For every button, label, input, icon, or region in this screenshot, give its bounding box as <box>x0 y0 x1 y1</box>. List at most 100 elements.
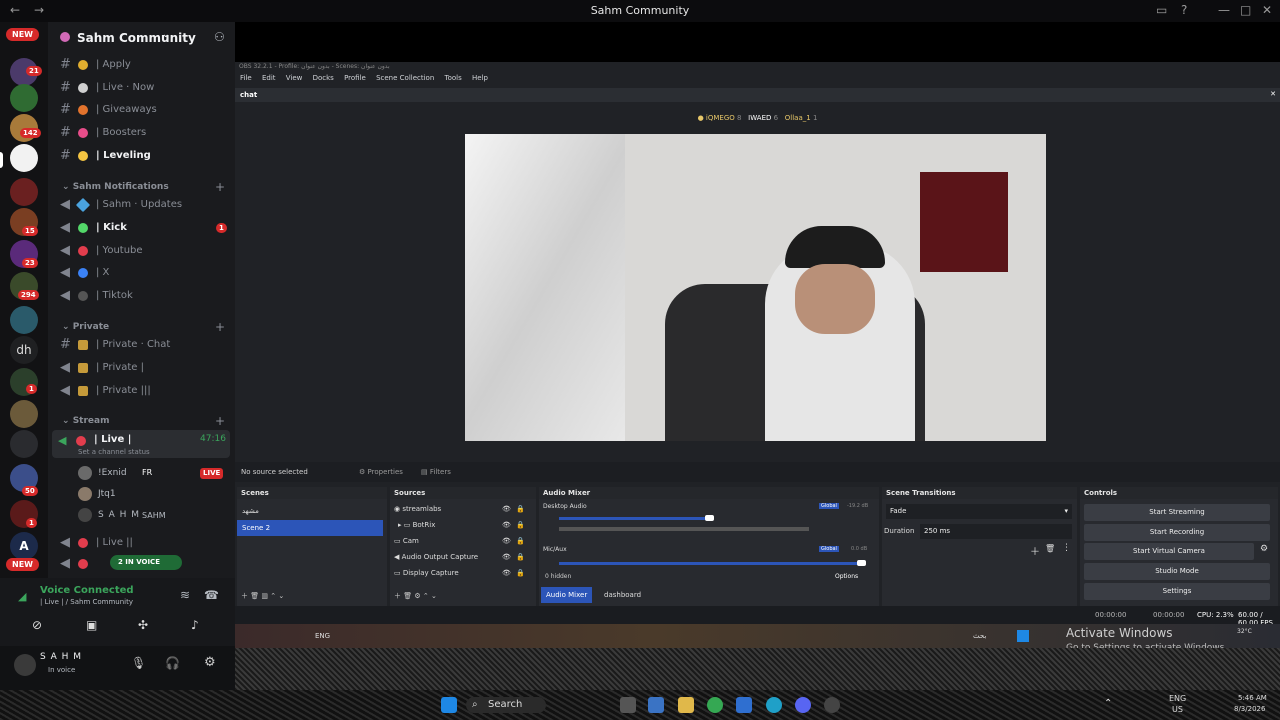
gear-icon[interactable]: ⚙ <box>1260 544 1268 554</box>
discord-icon[interactable] <box>795 697 811 713</box>
lock-icon[interactable]: 🔒 <box>516 501 525 517</box>
in-voice-chip[interactable]: 2 IN VOICE <box>110 555 182 570</box>
server-icon-active[interactable] <box>10 144 38 172</box>
server-icon[interactable] <box>10 178 38 206</box>
voice-channel-live-1[interactable]: ◀ | Live | 47:16 Set a channel status <box>52 430 230 458</box>
menu-tools[interactable]: Tools <box>445 74 462 82</box>
options-button[interactable]: Options <box>835 573 858 580</box>
keyboard-layout[interactable]: US <box>1172 705 1183 714</box>
scene-item-selected[interactable]: Scene 2 <box>237 520 383 536</box>
lock-icon[interactable]: 🔒 <box>516 517 525 533</box>
menu-docks[interactable]: Docks <box>313 74 334 82</box>
maximize-icon[interactable]: □ <box>1240 3 1251 17</box>
chat-user[interactable]: iQMEGO <box>706 114 735 122</box>
trash-icon[interactable]: 🗑 <box>403 592 412 600</box>
down-arrow-icon[interactable]: ⌄ <box>278 592 284 600</box>
server-icon[interactable] <box>10 430 38 458</box>
trash-icon[interactable]: 🗑 <box>250 592 259 600</box>
settings-button[interactable]: Settings <box>1084 583 1270 600</box>
server-icon[interactable]: A <box>10 532 38 560</box>
filters-button[interactable]: ▤ Filters <box>421 468 451 476</box>
eye-icon[interactable]: 👁 <box>502 533 511 549</box>
taskbar-search[interactable]: ⌕ Search <box>466 697 546 713</box>
category-sahm-notifications[interactable]: ⌄ Sahm Notifications <box>62 182 169 192</box>
add-channel-icon[interactable]: + <box>215 414 225 428</box>
add-icon[interactable]: ＋ <box>1030 543 1040 558</box>
channel-leveling[interactable]: # | Leveling <box>54 146 229 166</box>
add-channel-icon[interactable]: + <box>215 320 225 334</box>
member-name[interactable]: !Exnid <box>98 468 127 478</box>
obs-icon[interactable] <box>824 697 840 713</box>
noise-suppression-icon[interactable]: ≋ <box>180 588 190 602</box>
eye-icon[interactable]: 👁 <box>502 565 511 581</box>
server-icon[interactable] <box>10 84 38 112</box>
category-private[interactable]: ⌄ Private <box>62 322 109 332</box>
channel-private-3[interactable]: ◀ | Private ||| <box>54 381 229 401</box>
tab-dashboard[interactable]: dashboard <box>599 587 646 603</box>
mail-icon[interactable] <box>736 697 752 713</box>
chat-user[interactable]: Ollaa_1 <box>785 114 811 122</box>
invite-icon[interactable]: ⚇ <box>214 30 225 44</box>
channel-x[interactable]: ◀ | X <box>54 263 229 283</box>
microphone-icon[interactable]: 🎙 <box>131 656 146 670</box>
lock-icon[interactable]: 🔒 <box>516 565 525 581</box>
source-item[interactable]: ▭ Display Capture 👁 🔒 <box>390 565 536 581</box>
add-icon[interactable]: ＋ <box>241 592 248 600</box>
close-icon[interactable]: ✕ <box>1262 3 1272 17</box>
camera-off-icon[interactable]: ⊘ <box>32 618 42 632</box>
language-indicator[interactable]: ENG <box>1169 694 1186 703</box>
menu-scene-collection[interactable]: Scene Collection <box>376 74 434 82</box>
eye-icon[interactable]: 👁 <box>502 549 511 565</box>
channel-live-now[interactable]: # | Live · Now <box>54 78 229 98</box>
start-button[interactable] <box>441 697 457 713</box>
source-item[interactable]: ◉ streamlabs 👁 🔒 <box>390 501 536 517</box>
source-item[interactable]: ◀ Audio Output Capture 👁 🔒 <box>390 549 536 565</box>
source-item[interactable]: ▸ ▭ BotRix 👁 🔒 <box>390 517 536 533</box>
start-virtual-camera-button[interactable]: Start Virtual Camera <box>1084 543 1254 560</box>
channel-kick[interactable]: ◀ | Kick 1 <box>54 218 229 238</box>
up-arrow-icon[interactable]: ⌃ <box>270 592 276 600</box>
minimize-icon[interactable]: — <box>1218 3 1230 17</box>
channel-boosters[interactable]: # | Boosters <box>54 123 229 143</box>
category-stream[interactable]: ⌄ Stream <box>62 416 109 426</box>
down-arrow-icon[interactable]: ⌄ <box>431 592 437 600</box>
help-icon[interactable]: ? <box>1181 3 1187 17</box>
filter-icon[interactable]: ▥ <box>261 592 268 600</box>
more-icon[interactable]: ⋮ <box>1062 543 1071 553</box>
channel-apply[interactable]: # | Apply <box>54 55 229 75</box>
transition-select[interactable]: Fade ▾ <box>886 504 1072 519</box>
menu-file[interactable]: File <box>240 74 252 82</box>
tab-audio-mixer[interactable]: Audio Mixer <box>541 587 593 603</box>
desktop-volume-slider[interactable] <box>705 515 714 521</box>
activities-icon[interactable]: ✣ <box>138 618 148 632</box>
server-icon[interactable] <box>10 400 38 428</box>
duration-input[interactable]: 250 ms <box>920 524 1072 539</box>
menu-help[interactable]: Help <box>472 74 488 82</box>
chrome-icon[interactable] <box>707 697 723 713</box>
clock-date[interactable]: 8/3/2026 <box>1234 705 1265 713</box>
add-channel-icon[interactable]: + <box>215 180 225 194</box>
voice-channel-path[interactable]: | Live | / Sahm Community <box>40 598 133 606</box>
channel-private-chat[interactable]: # | Private · Chat <box>54 335 229 355</box>
chat-user[interactable]: IWAED <box>748 114 771 122</box>
headphones-icon[interactable]: 🎧 <box>165 656 180 670</box>
member-name[interactable]: S A H M <box>98 510 140 520</box>
menu-view[interactable]: View <box>286 74 303 82</box>
tray-chevron-icon[interactable]: ⌃ <box>1104 698 1112 709</box>
edge-icon[interactable] <box>766 697 782 713</box>
server-icon[interactable]: dh <box>10 336 38 364</box>
channel-tiktok[interactable]: ◀ | Tiktok <box>54 286 229 306</box>
start-recording-button[interactable]: Start Recording <box>1084 524 1270 541</box>
channel-status[interactable]: Set a channel status <box>78 448 150 456</box>
lock-icon[interactable]: 🔒 <box>516 533 525 549</box>
task-view-icon[interactable] <box>620 697 636 713</box>
inbox-icon[interactable]: ▭ <box>1156 3 1167 17</box>
start-streaming-button[interactable]: Start Streaming <box>1084 504 1270 521</box>
mic-volume-slider[interactable] <box>857 560 866 566</box>
properties-button[interactable]: ⚙ Properties <box>359 468 403 476</box>
avatar[interactable] <box>14 654 36 676</box>
channel-sahm-updates[interactable]: ◀ | Sahm · Updates <box>54 195 229 215</box>
screen-share-icon[interactable]: ▣ <box>86 618 97 632</box>
lock-icon[interactable]: 🔒 <box>516 549 525 565</box>
store-icon[interactable] <box>648 697 664 713</box>
